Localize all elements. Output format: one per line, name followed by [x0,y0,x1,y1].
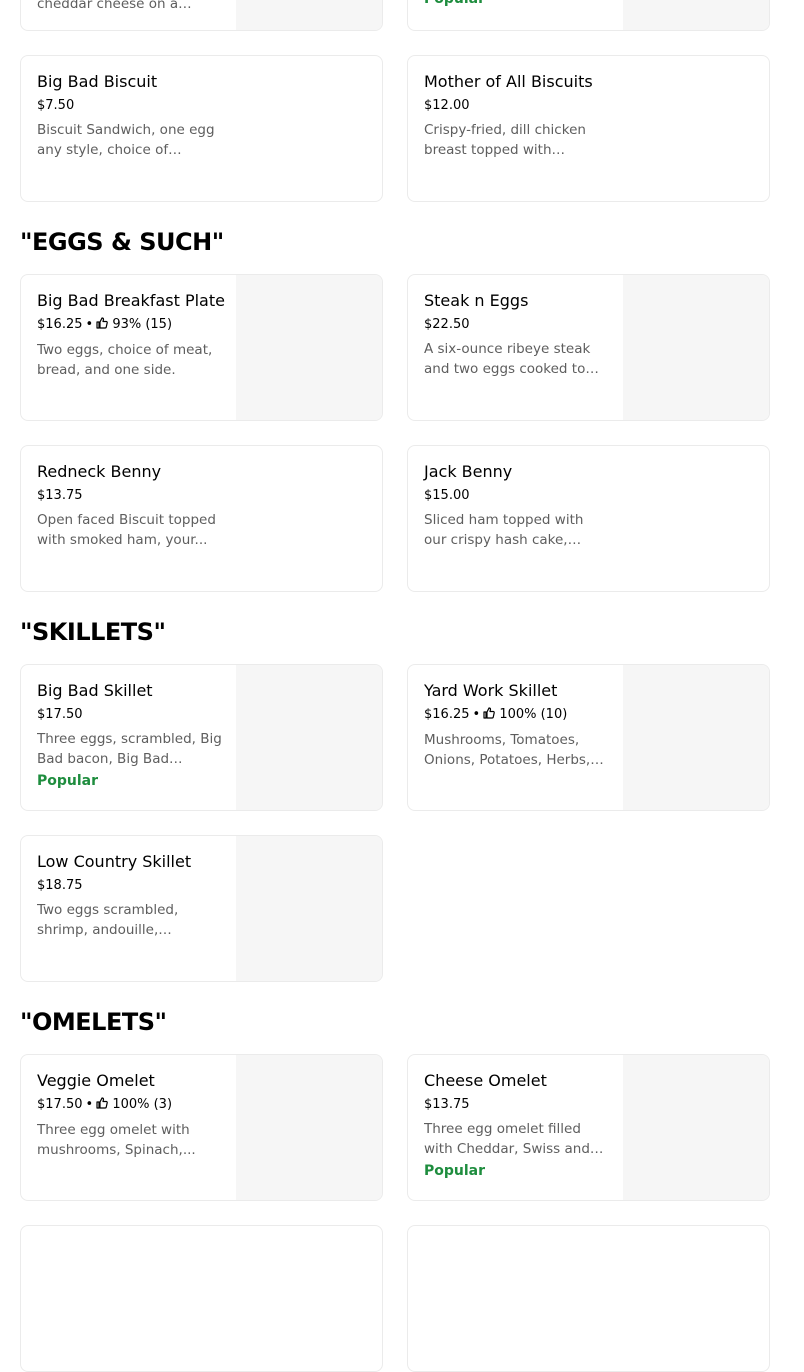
item-name: Big Bad Biscuit [37,72,158,91]
bullet-separator: • [85,1097,94,1112]
item-description: Sliced ham topped with our crispy hash c… [424,512,584,548]
item-price: $16.25 [424,707,470,722]
section-heading-omelets: "OMELETS" [20,1008,167,1036]
bullet-separator: • [85,317,94,332]
menu-item-card-partial-right[interactable]: Popular [407,0,770,31]
item-name: Yard Work Skillet [424,681,558,700]
item-name: Big Bad Skillet [37,681,153,700]
menu-item-card[interactable]: Mother of All Biscuits $12.00 Crispy-fri… [407,55,770,202]
item-image-placeholder [236,665,382,810]
item-description: cheddar cheese on a biscuit [37,0,179,12]
menu-item-card[interactable]: Big Bad Skillet $17.50 Three eggs, scram… [20,664,383,811]
item-name: Jack Benny [424,462,513,481]
item-image-placeholder [236,1055,382,1200]
menu-item-card[interactable]: Steak n Eggs $22.50 A six-ounce ribeye s… [407,274,770,421]
menu-item-card[interactable]: Yard Work Skillet $16.25 • 100% (10) Mush… [407,664,770,811]
item-description: Two eggs, choice of meat, bread, and one… [37,342,213,378]
item-description: Three eggs, scrambled, Big Bad bacon, Bi… [37,731,222,767]
menu-item-card-partial-left[interactable]: cheddar cheese on a biscuit [20,0,383,31]
item-description: Three egg omelet with mushrooms, Spinach… [37,1122,196,1158]
thumbs-up-icon [96,1097,108,1115]
item-description: Mushrooms, Tomatoes, Onions, Potatoes, H… [424,732,591,768]
item-rating: 100% (3) [112,1097,173,1112]
item-price: $12.00 [424,98,470,113]
item-image-placeholder [623,665,769,810]
item-price-rating: $17.50 • 100% (3) [37,1096,227,1115]
item-name: Mother of All Biscuits [424,72,593,91]
section-heading-skillets: "SKILLETS" [20,618,166,646]
menu-item-card[interactable]: Big Bad Biscuit $7.50 Biscuit Sandwich, … [20,55,383,202]
item-price: $22.50 [424,317,470,332]
item-description: Three egg omelet filled with Cheddar, Sw… [424,1121,590,1157]
item-price: $17.50 [37,1097,83,1112]
menu-item-card-partial-bottom-right[interactable] [407,1225,770,1372]
item-name: Veggie Omelet [37,1071,155,1090]
item-image-placeholder [623,1055,769,1200]
item-price: $16.25 [37,317,83,332]
item-rating: 93% (15) [112,317,173,332]
section-heading-eggs-and-such: "EGGS & SUCH" [20,228,224,256]
item-description: A six-ounce ribeye steak and two eggs co… [424,341,591,377]
bullet-separator: • [472,707,481,722]
item-price: $7.50 [37,98,75,113]
item-price: $15.00 [424,488,470,503]
popular-badge: Popular [424,1163,486,1179]
item-name: Big Bad Breakfast Plate [37,291,225,310]
item-price-rating: $16.25 • 100% (10) [424,706,614,725]
item-image-placeholder [623,275,769,420]
menu-item-card-partial-bottom-left[interactable] [20,1225,383,1372]
menu-item-card[interactable]: Veggie Omelet $17.50 • 100% (3) Three egg… [20,1054,383,1201]
item-price: $18.75 [37,878,83,893]
menu-item-card[interactable]: Big Bad Breakfast Plate $16.25 • 93% (15)… [20,274,383,421]
item-description: Open faced Biscuit topped with smoked ha… [37,512,216,548]
item-description: Crispy-fried, dill chicken breast topped… [424,122,586,158]
item-image-placeholder [236,0,382,30]
item-name: Redneck Benny [37,462,162,481]
item-price: $13.75 [37,488,83,503]
menu-item-card[interactable]: Cheese Omelet $13.75 Three egg omelet fi… [407,1054,770,1201]
item-price: $13.75 [424,1097,470,1112]
item-price: $17.50 [37,707,83,722]
popular-badge: Popular [424,0,614,9]
item-image-placeholder [236,275,382,420]
item-rating: 100% (10) [499,707,568,722]
popular-badge: Popular [37,773,99,789]
menu-item-card[interactable]: Jack Benny $15.00 Sliced ham topped with… [407,445,770,592]
menu-item-card[interactable]: Low Country Skillet $18.75 Two eggs scra… [20,835,383,982]
item-name: Cheese Omelet [424,1071,547,1090]
item-description: Two eggs scrambled, shrimp, andouille, c… [37,902,179,938]
item-image-placeholder [623,0,769,30]
thumbs-up-icon [96,317,108,335]
item-description: Biscuit Sandwich, one egg any style, cho… [37,122,215,158]
item-name: Steak n Eggs [424,291,529,310]
menu-item-card[interactable]: Redneck Benny $13.75 Open faced Biscuit … [20,445,383,592]
item-name: Low Country Skillet [37,852,192,871]
item-price-rating: $16.25 • 93% (15) [37,316,227,335]
thumbs-up-icon [483,707,495,725]
item-image-placeholder [236,836,382,981]
